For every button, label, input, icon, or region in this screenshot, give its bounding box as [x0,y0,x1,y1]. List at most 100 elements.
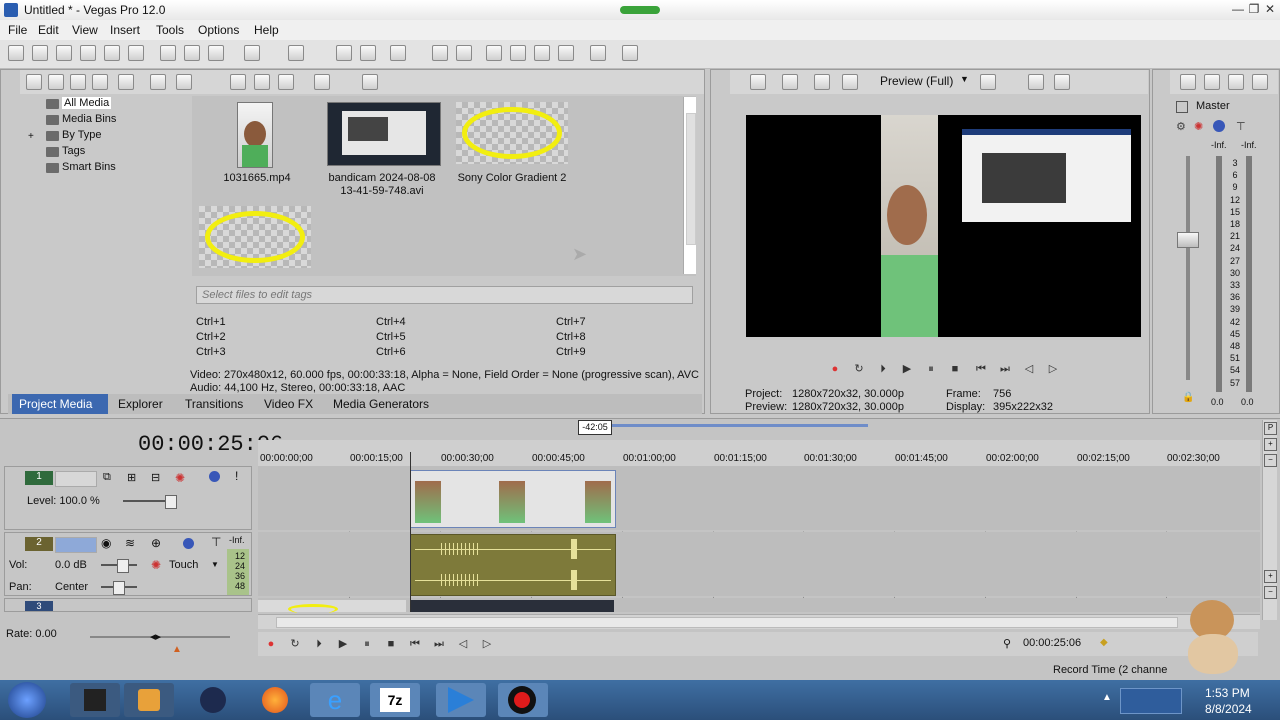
master-fader-handle[interactable] [1177,232,1199,248]
tree-item-smart-bins[interactable]: Smart Bins [62,161,116,173]
show-hidden-icons-icon[interactable]: ▲ [1102,692,1112,703]
master-checkbox[interactable] [1176,101,1188,113]
audio-clip[interactable] [410,534,616,596]
next-frame-icon[interactable]: ▷ [480,637,494,651]
record-icon[interactable]: ● [264,637,278,651]
screen-capture-clip[interactable] [410,600,614,612]
expand-icon[interactable]: + [28,131,34,142]
tab-transitions[interactable]: Transitions [185,397,243,411]
redo-icon[interactable] [288,45,304,61]
hotkey-tag[interactable]: Ctrl+9 [556,346,586,358]
hotkey-tag[interactable]: Ctrl+7 [556,316,586,328]
media-item-bandicam[interactable] [327,102,441,166]
previous-frame-icon[interactable]: ◁ [1022,362,1036,376]
gradient-clip[interactable] [258,600,406,614]
track-header-audio-2[interactable]: 2 ◉ ≋ ⊕ ⊤ -Inf. 12 24 36 48 Vol: 0.0 dB … [4,532,252,596]
cut-icon[interactable] [160,45,176,61]
track-motion-icon[interactable]: ⧉ [103,471,111,484]
tree-item-tags[interactable]: Tags [62,145,85,157]
go-to-start-icon[interactable]: ⏮ [974,362,988,376]
track-fx-chain-icon[interactable]: ⊕ [151,536,161,550]
hotkey-tag[interactable]: Ctrl+5 [376,331,406,343]
video-clip[interactable] [410,470,616,528]
menu-tools[interactable]: Tools [156,23,184,37]
menu-insert[interactable]: Insert [110,23,140,37]
previous-frame-icon[interactable]: ◁ [456,637,470,651]
copy-snapshot-icon[interactable] [1028,74,1044,90]
taskbar-app-vegas-pro[interactable] [436,683,486,717]
pause-icon[interactable]: ⏸ [360,637,374,651]
stop-media-icon[interactable] [254,74,270,90]
go-to-start-icon[interactable]: ⏮ [408,637,422,651]
hotkey-tag[interactable]: Ctrl+8 [556,331,586,343]
normal-edit-tool-icon[interactable] [336,45,352,61]
play-icon[interactable]: ▶ [900,362,914,376]
import-media-icon[interactable] [26,74,42,90]
zoom-in-icon[interactable]: + [1264,438,1277,451]
undo-icon[interactable] [244,45,260,61]
hotkey-tag[interactable]: Ctrl+1 [196,316,226,328]
track-header-video-1[interactable]: 1 ⧉ ⊞ ⊟ ✺ ! Level: 100.0 % [4,466,252,530]
audio-effects-icon[interactable] [590,45,606,61]
media-item-1031665[interactable] [237,102,273,168]
track-header-video-3[interactable]: 3 [4,598,252,612]
taskbar-app-firefox[interactable] [250,683,300,717]
invert-phase-icon[interactable]: ≋ [125,536,135,550]
loop-icon[interactable]: ↻ [288,637,302,651]
tab-media-generators[interactable]: Media Generators [333,397,429,411]
zoom-icon[interactable] [362,74,378,90]
help-whats-this-icon[interactable] [622,45,638,61]
taskbar-app-vegas-media[interactable] [124,683,174,717]
rate-slider-handle[interactable]: ◂▸ [150,630,161,643]
go-to-end-icon[interactable]: ⏭ [432,637,446,651]
timeline-horizontal-scrollbar[interactable] [258,614,1260,629]
capture-video-icon[interactable] [48,74,64,90]
delete-icon[interactable] [150,74,166,90]
pan-slider-handle[interactable] [113,581,125,595]
media-properties-icon[interactable] [176,74,192,90]
search-media-icon[interactable] [118,74,134,90]
new-project-icon[interactable] [8,45,24,61]
mute-icon[interactable] [183,538,194,549]
arm-record-icon[interactable]: ◉ [101,536,111,550]
overlays-icon[interactable] [842,74,858,90]
zoom-out-icon[interactable]: − [1264,454,1277,467]
lock-icon[interactable]: 🔒 [1182,392,1194,403]
taskbar-app-7zip[interactable]: 7z [370,683,420,717]
taskbar-app-globe[interactable] [188,683,238,717]
hotkey-tag[interactable]: Ctrl+6 [376,346,406,358]
remove-unused-icon[interactable] [92,74,108,90]
properties-icon[interactable] [128,45,144,61]
taskbar-app-internet-explorer[interactable]: e [310,683,360,717]
tree-item-media-bins[interactable]: Media Bins [62,113,116,125]
paste-icon[interactable] [208,45,224,61]
pause-icon[interactable]: ⏸ [924,362,938,376]
mute-icon[interactable] [1213,120,1225,132]
marker-icon[interactable]: P [1264,422,1277,435]
menu-edit[interactable]: Edit [38,23,59,37]
loop-icon[interactable]: ↻ [852,362,866,376]
stop-icon[interactable]: ■ [948,362,962,376]
taskbar-app-bandicam[interactable] [498,683,548,717]
track-name-field[interactable] [55,471,97,487]
external-monitor-icon[interactable] [782,74,798,90]
auto-ripple-icon[interactable] [432,45,448,61]
menu-help[interactable]: Help [254,23,279,37]
dim-output-icon[interactable] [1228,74,1244,90]
selection-tool-icon[interactable] [510,45,526,61]
start-button[interactable] [8,682,46,718]
chevron-down-icon[interactable]: ▼ [211,560,219,569]
automation-mode[interactable]: Touch [169,559,198,571]
media-item-sony-color-gradient[interactable] [456,102,568,164]
ignore-grouping-icon[interactable] [558,45,574,61]
get-media-web-icon[interactable] [70,74,86,90]
tray-icons[interactable] [1120,688,1182,714]
preview-quality-dropdown[interactable]: Preview (Full) [880,74,953,88]
save-icon[interactable] [56,45,72,61]
stop-icon[interactable]: ■ [384,637,398,651]
solo-icon[interactable]: ! [235,469,238,483]
save-as-icon[interactable] [80,45,96,61]
tree-item-all-media[interactable]: All Media [62,97,112,109]
copy-icon[interactable] [184,45,200,61]
compositing-mode-icon[interactable]: ⊞ [127,471,136,484]
